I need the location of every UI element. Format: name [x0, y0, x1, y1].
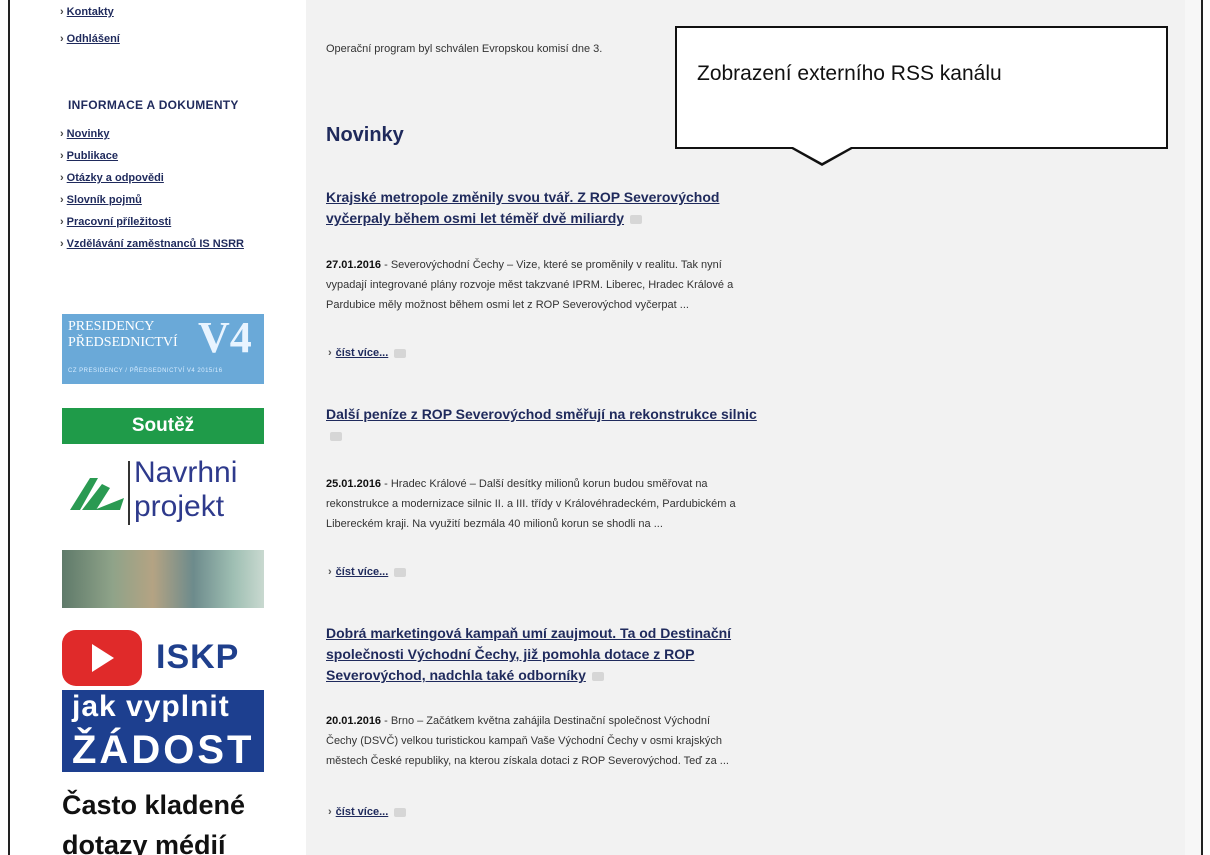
article-title[interactable]: Další peníze z ROP Severovýchod směřují …: [326, 404, 866, 446]
article-body: 20.01.2016 - Brno – Začátkem května zahá…: [326, 711, 854, 771]
people-photo-banner[interactable]: [62, 550, 264, 608]
zadost-line2: ŽÁDOST: [72, 728, 255, 772]
navrhni-banner-line2[interactable]: projekt: [134, 490, 224, 524]
article-1-title-line2[interactable]: vyčerpaly během osmi let téměř dvě milia…: [326, 210, 624, 226]
callout-box: Zobrazení externího RSS kanálu: [675, 26, 1168, 149]
sidebar-link-publikace[interactable]: Publikace: [60, 150, 118, 162]
banner-v4-line2: PŘEDSEDNICTVÍ: [68, 335, 178, 350]
callout-pointer-fill: [793, 147, 851, 163]
frame-left-border: [8, 0, 10, 855]
media-faq-line1[interactable]: Často kladené: [62, 790, 245, 821]
banner-v4-mark: V4: [198, 313, 252, 362]
zadost-line1: jak vyplnit: [72, 690, 230, 723]
iskp-label[interactable]: ISKP: [156, 638, 239, 677]
rss-icon: [394, 567, 407, 577]
sidebar-link-otazky[interactable]: Otázky a odpovědi: [60, 172, 164, 184]
article-2-date: 25.01.2016: [326, 478, 382, 490]
rss-icon: [630, 214, 643, 224]
page-right-margin: [1185, 0, 1201, 855]
banner-v4-line1: PRESIDENCY: [68, 319, 155, 334]
article-2-title-line1[interactable]: Další peníze z ROP Severovýchod směřují …: [326, 406, 757, 422]
navrhni-banner-line1[interactable]: Navrhni: [134, 456, 237, 490]
play-icon: [92, 644, 114, 672]
article-2-body-line3: Libereckém kraji. Na využití bezmála 40 …: [326, 518, 663, 530]
sidebar-link-kontakty[interactable]: Kontakty: [60, 6, 114, 18]
rss-icon: [394, 348, 407, 358]
article-body: 27.01.2016 - Severovýchodní Čechy – Vize…: [326, 255, 854, 315]
intro-text: Operační program byl schválen Evropskou …: [326, 43, 603, 55]
sidebar-section-heading: INFORMACE A DOKUMENTY: [68, 98, 239, 112]
article-1-body-line1: - Severovýchodní Čechy – Vize, které se …: [381, 259, 722, 271]
banner-v4-subtitle: CZ PRESIDENCY / PŘEDSEDNICTVÍ V4 2015/16: [68, 368, 223, 374]
article-1-body-line2: vypadají integrované plány rozvoje měst …: [326, 279, 734, 291]
read-more-link[interactable]: číst více...: [328, 806, 407, 818]
soutez-banner[interactable]: Soutěž: [62, 408, 264, 444]
rss-icon: [330, 431, 342, 441]
article-3-title-line2[interactable]: společnosti Východní Čechy, již pomohla …: [326, 646, 694, 662]
sidebar-link-prilezitosti[interactable]: Pracovní příležitosti: [60, 216, 172, 228]
sidebar: Kontakty Odhlášení INFORMACE A DOKUMENTY…: [10, 0, 298, 855]
article-3-body-line2: Čechy (DSVČ) velkou turistickou kampaň V…: [326, 735, 722, 747]
read-more-label[interactable]: číst více...: [336, 566, 389, 578]
read-more-label[interactable]: číst více...: [336, 347, 389, 359]
article-3-date: 20.01.2016: [326, 715, 382, 727]
hand-logo-icon: [70, 478, 124, 510]
rss-icon: [394, 807, 407, 817]
article-body: 25.01.2016 - Hradec Králové – Další desí…: [326, 474, 854, 534]
article-2-body-line1: - Hradec Králové – Další desítky milionů…: [381, 478, 708, 490]
article-2-body-line2: rekonstrukce a modernizace silnic II. a …: [326, 498, 736, 510]
read-more-link[interactable]: číst více...: [328, 566, 407, 578]
navrhni-divider: [128, 461, 130, 525]
article-3-title-line3[interactable]: Severovýchod, nadchla také odborníky: [326, 667, 586, 683]
article-3-body-line1: - Brno – Začátkem května zahájila Destin…: [381, 715, 711, 727]
read-more-link[interactable]: číst více...: [328, 347, 407, 359]
article-1-body-line3: Pardubice měly možnost během osmi let z …: [326, 299, 689, 311]
sidebar-link-novinky[interactable]: Novinky: [60, 128, 110, 140]
callout-text: Zobrazení externího RSS kanálu: [697, 62, 1002, 85]
article-title[interactable]: Krajské metropole změnily svou tvář. Z R…: [326, 187, 866, 229]
section-title: Novinky: [326, 124, 404, 146]
sidebar-link-slovnik[interactable]: Slovník pojmů: [60, 194, 142, 206]
article-1-title-line1[interactable]: Krajské metropole změnily svou tvář. Z R…: [326, 189, 719, 205]
rss-icon: [591, 671, 604, 681]
article-3-body-line3: městech České republiky, na kterou získa…: [326, 755, 729, 767]
article-1-date: 27.01.2016: [326, 259, 382, 271]
sidebar-link-odhlaseni[interactable]: Odhlášení: [60, 33, 120, 45]
zadost-banner[interactable]: jak vyplnit ŽÁDOST: [62, 690, 264, 772]
sidebar-link-vzdelavani[interactable]: Vzdělávání zaměstnanců IS NSRR: [60, 238, 244, 250]
read-more-label[interactable]: číst více...: [336, 806, 389, 818]
article-3-title-line1[interactable]: Dobrá marketingová kampaň umí zaujmout. …: [326, 625, 731, 641]
presidency-v4-banner[interactable]: PRESIDENCY PŘEDSEDNICTVÍ V4 CZ PRESIDENC…: [62, 313, 264, 384]
article-title[interactable]: Dobrá marketingová kampaň umí zaujmout. …: [326, 623, 866, 686]
media-faq-line2[interactable]: dotazy médií: [62, 830, 226, 855]
frame-right-border: [1201, 0, 1203, 855]
